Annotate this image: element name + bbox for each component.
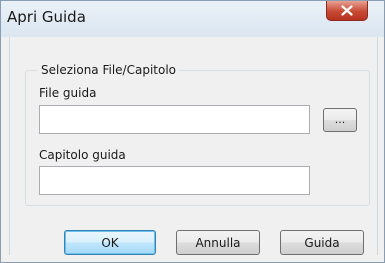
dialog-window: Apri Guida Seleziona File/Capitolo File … xyxy=(0,0,385,263)
close-icon xyxy=(341,5,353,16)
close-button[interactable] xyxy=(326,1,368,21)
window-title: Apri Guida xyxy=(7,8,86,26)
title-bar[interactable]: Apri Guida xyxy=(1,1,384,37)
help-chapter-label: Capitolo guida xyxy=(39,148,126,162)
help-chapter-input[interactable] xyxy=(39,166,310,195)
help-file-label: File guida xyxy=(39,86,97,100)
cancel-button[interactable]: Annulla xyxy=(176,230,260,255)
help-button[interactable]: Guida xyxy=(280,230,364,255)
ok-button[interactable]: OK xyxy=(64,230,156,255)
group-title: Seleziona File/Capitolo xyxy=(38,63,179,77)
help-file-input[interactable] xyxy=(39,105,310,134)
browse-button[interactable]: ... xyxy=(323,108,357,132)
